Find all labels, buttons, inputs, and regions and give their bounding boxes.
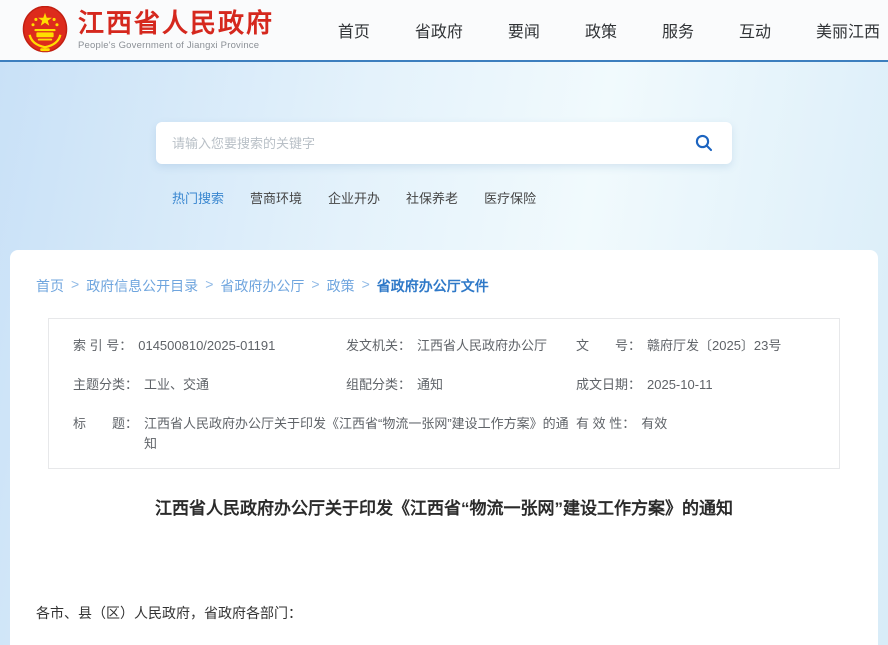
meta-index-label: 索 引 号： <box>73 336 132 356</box>
breadcrumb-general-office[interactable]: 省政府办公厅 <box>220 276 304 296</box>
hot-search-item-medical[interactable]: 医疗保险 <box>484 188 536 207</box>
site-title-en: People's Government of Jiangxi Province <box>78 40 274 51</box>
meta-index-number: 索 引 号： 014500810/2025-01191 <box>73 336 346 356</box>
nav-services[interactable]: 服务 <box>662 18 694 42</box>
breadcrumb-separator: > <box>71 276 79 296</box>
meta-index-value: 014500810/2025-01191 <box>138 336 275 356</box>
site-logo[interactable]: 江西省人民政府 People's Government of Jiangxi P… <box>22 6 274 54</box>
document-body: 各市、县（区）人民政府，省政府各部门： 《江西省“物流一张网”建设工作方案》已经… <box>36 602 852 645</box>
nav-interaction[interactable]: 互动 <box>739 18 771 42</box>
breadcrumb-separator: > <box>205 276 213 296</box>
hot-search-row: 热门搜索 营商环境 企业开办 社保养老 医疗保险 <box>172 188 536 207</box>
nav-beautiful-jiangxi[interactable]: 美丽江西 <box>816 18 880 42</box>
site-title: 江西省人民政府 <box>78 9 274 38</box>
hot-search-item-pension[interactable]: 社保养老 <box>406 188 458 207</box>
meta-title-value: 江西省人民政府办公厅关于印发《江西省“物流一张网”建设工作方案》的通知 <box>144 414 574 454</box>
document-title: 江西省人民政府办公厅关于印发《江西省“物流一张网”建设工作方案》的通知 <box>36 497 852 521</box>
search-input[interactable] <box>172 136 692 151</box>
meta-group-category: 组配分类： 通知 <box>346 375 576 395</box>
meta-doc-number-value: 赣府厅发〔2025〕23号 <box>647 336 781 356</box>
breadcrumb-current: 省政府办公厅文件 <box>377 276 489 296</box>
meta-issue-date: 成文日期： 2025-10-11 <box>576 375 815 395</box>
meta-topic-category: 主题分类： 工业、交通 <box>73 375 346 395</box>
meta-group-label: 组配分类： <box>346 375 411 395</box>
nav-home[interactable]: 首页 <box>338 18 370 42</box>
meta-issuing-agency: 发文机关： 江西省人民政府办公厅 <box>346 336 576 356</box>
meta-doc-number-label: 文 号： <box>576 336 641 356</box>
document-salutation: 各市、县（区）人民政府，省政府各部门： <box>36 602 852 624</box>
breadcrumb-info-directory[interactable]: 政府信息公开目录 <box>86 276 198 296</box>
meta-validity: 有 效 性： 有效 <box>576 414 815 454</box>
meta-validity-value: 有效 <box>641 414 667 434</box>
meta-topic-value: 工业、交通 <box>144 375 209 395</box>
meta-title: 标 题： 江西省人民政府办公厅关于印发《江西省“物流一张网”建设工作方案》的通知 <box>73 414 576 454</box>
breadcrumb-separator: > <box>362 276 370 296</box>
meta-issuer-label: 发文机关： <box>346 336 411 356</box>
logo-text: 江西省人民政府 People's Government of Jiangxi P… <box>78 9 274 51</box>
content-card: 首页 > 政府信息公开目录 > 省政府办公厅 > 政策 > 省政府办公厅文件 索… <box>10 250 878 645</box>
meta-date-label: 成文日期： <box>576 375 641 395</box>
nav-policy[interactable]: 政策 <box>585 18 617 42</box>
hot-search-item-business[interactable]: 营商环境 <box>250 188 302 207</box>
search-icon <box>694 133 714 153</box>
breadcrumb-home[interactable]: 首页 <box>36 276 64 296</box>
site-header: 江西省人民政府 People's Government of Jiangxi P… <box>0 0 888 62</box>
meta-title-label: 标 题： <box>73 414 138 434</box>
breadcrumb-policy[interactable]: 政策 <box>327 276 355 296</box>
meta-document-number: 文 号： 赣府厅发〔2025〕23号 <box>576 336 815 356</box>
meta-date-value: 2025-10-11 <box>647 375 713 395</box>
meta-issuer-value: 江西省人民政府办公厅 <box>417 336 547 356</box>
search-area <box>156 122 732 164</box>
breadcrumb-separator: > <box>311 276 319 296</box>
meta-group-value: 通知 <box>417 375 443 395</box>
nav-news[interactable]: 要闻 <box>508 18 540 42</box>
national-emblem-icon <box>22 6 68 54</box>
search-box <box>156 122 732 164</box>
nav-provincial-government[interactable]: 省政府 <box>415 18 463 42</box>
breadcrumb: 首页 > 政府信息公开目录 > 省政府办公厅 > 政策 > 省政府办公厅文件 <box>36 276 852 296</box>
meta-validity-label: 有 效 性： <box>576 414 635 434</box>
search-button[interactable] <box>692 131 716 155</box>
hot-search-item-enterprise[interactable]: 企业开办 <box>328 188 380 207</box>
document-metadata-table: 索 引 号： 014500810/2025-01191 发文机关： 江西省人民政… <box>48 318 840 469</box>
main-nav: 首页 省政府 要闻 政策 服务 互动 美丽江西 <box>338 18 882 42</box>
meta-topic-label: 主题分类： <box>73 375 138 395</box>
hot-search-label: 热门搜索 <box>172 188 224 207</box>
